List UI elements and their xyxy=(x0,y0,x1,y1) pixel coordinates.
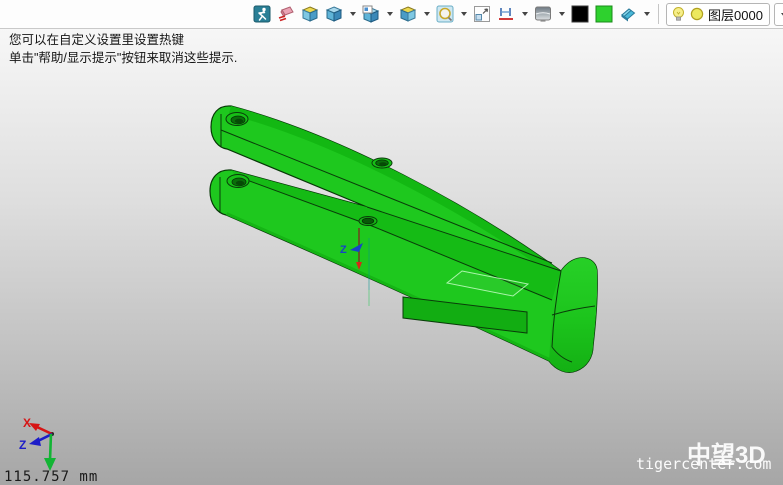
zoom-window-icon xyxy=(473,5,491,23)
dimension-button[interactable] xyxy=(496,4,516,24)
layer-combo-box[interactable]: 图层0000 xyxy=(666,3,770,26)
hole-middle xyxy=(372,158,392,168)
triad-z-label: Z xyxy=(19,438,26,452)
hole-lower-boss xyxy=(227,175,249,188)
view-cube-icon xyxy=(325,5,343,23)
datum-z-label: Z xyxy=(340,244,347,256)
model-part[interactable] xyxy=(210,106,597,372)
bulb-icon xyxy=(671,6,686,23)
view-layout-icon xyxy=(362,5,380,23)
3d-viewport[interactable]: 您可以在自定义设置里设置热键 单击"帮助/显示提示"按钮来取消这些提示. xyxy=(0,28,783,485)
axis-triad: X Z xyxy=(19,416,56,471)
zoom-dropdown[interactable] xyxy=(459,4,468,24)
hole-datum xyxy=(359,217,377,226)
green-swatch-icon xyxy=(595,5,613,23)
black-swatch-icon xyxy=(571,5,589,23)
erase-blank-button[interactable] xyxy=(618,4,638,24)
display-mode-icon xyxy=(534,5,552,23)
watermark-site: tigercenter.com xyxy=(636,455,771,473)
black-color-swatch[interactable] xyxy=(570,4,590,24)
exit-icon xyxy=(253,5,271,23)
dimension-icon xyxy=(497,5,515,23)
zoom-icon xyxy=(436,5,454,23)
dimension-dropdown[interactable] xyxy=(520,4,529,24)
exit-button[interactable] xyxy=(252,4,272,24)
erase-blank-dropdown[interactable] xyxy=(642,4,651,24)
view-face-dropdown[interactable] xyxy=(422,4,431,24)
toolbar-buttons: 图层0000 xyxy=(252,2,770,26)
view-face-icon xyxy=(399,5,417,23)
clipped-combo-dropdown[interactable] xyxy=(779,5,783,25)
triad-z-arrow xyxy=(29,437,41,446)
green-color-swatch[interactable] xyxy=(594,4,614,24)
clipped-combo-box[interactable] xyxy=(774,3,783,26)
zoom-window-button[interactable] xyxy=(472,4,492,24)
display-mode-dropdown[interactable] xyxy=(557,4,566,24)
view-layout-button[interactable] xyxy=(361,4,381,24)
layer-color-icon xyxy=(690,7,704,21)
zw3d-app-window: { "toolbar": { "layer_label": "图层0000", … xyxy=(0,0,783,485)
view-toolbar: 图层0000 xyxy=(0,0,783,29)
zoom-button[interactable] xyxy=(435,4,455,24)
eraser-icon xyxy=(277,5,295,23)
view-cube-button[interactable] xyxy=(324,4,344,24)
view-layout-dropdown[interactable] xyxy=(385,4,394,24)
display-mode-button[interactable] xyxy=(533,4,553,24)
layer-name: 图层0000 xyxy=(708,5,763,24)
view-face-button[interactable] xyxy=(398,4,418,24)
view-iso-button[interactable] xyxy=(300,4,320,24)
toolbar-separator xyxy=(658,4,659,24)
view-iso-icon xyxy=(301,5,319,23)
scene-canvas: Z X Z xyxy=(0,0,783,485)
erase-blank-icon xyxy=(619,5,637,23)
view-cube-dropdown[interactable] xyxy=(348,4,357,24)
hole-upper-boss xyxy=(226,113,248,126)
triad-x-label: X xyxy=(23,416,31,430)
coordinate-readout: 115.757 mm xyxy=(4,469,98,485)
eraser-button[interactable] xyxy=(276,4,296,24)
